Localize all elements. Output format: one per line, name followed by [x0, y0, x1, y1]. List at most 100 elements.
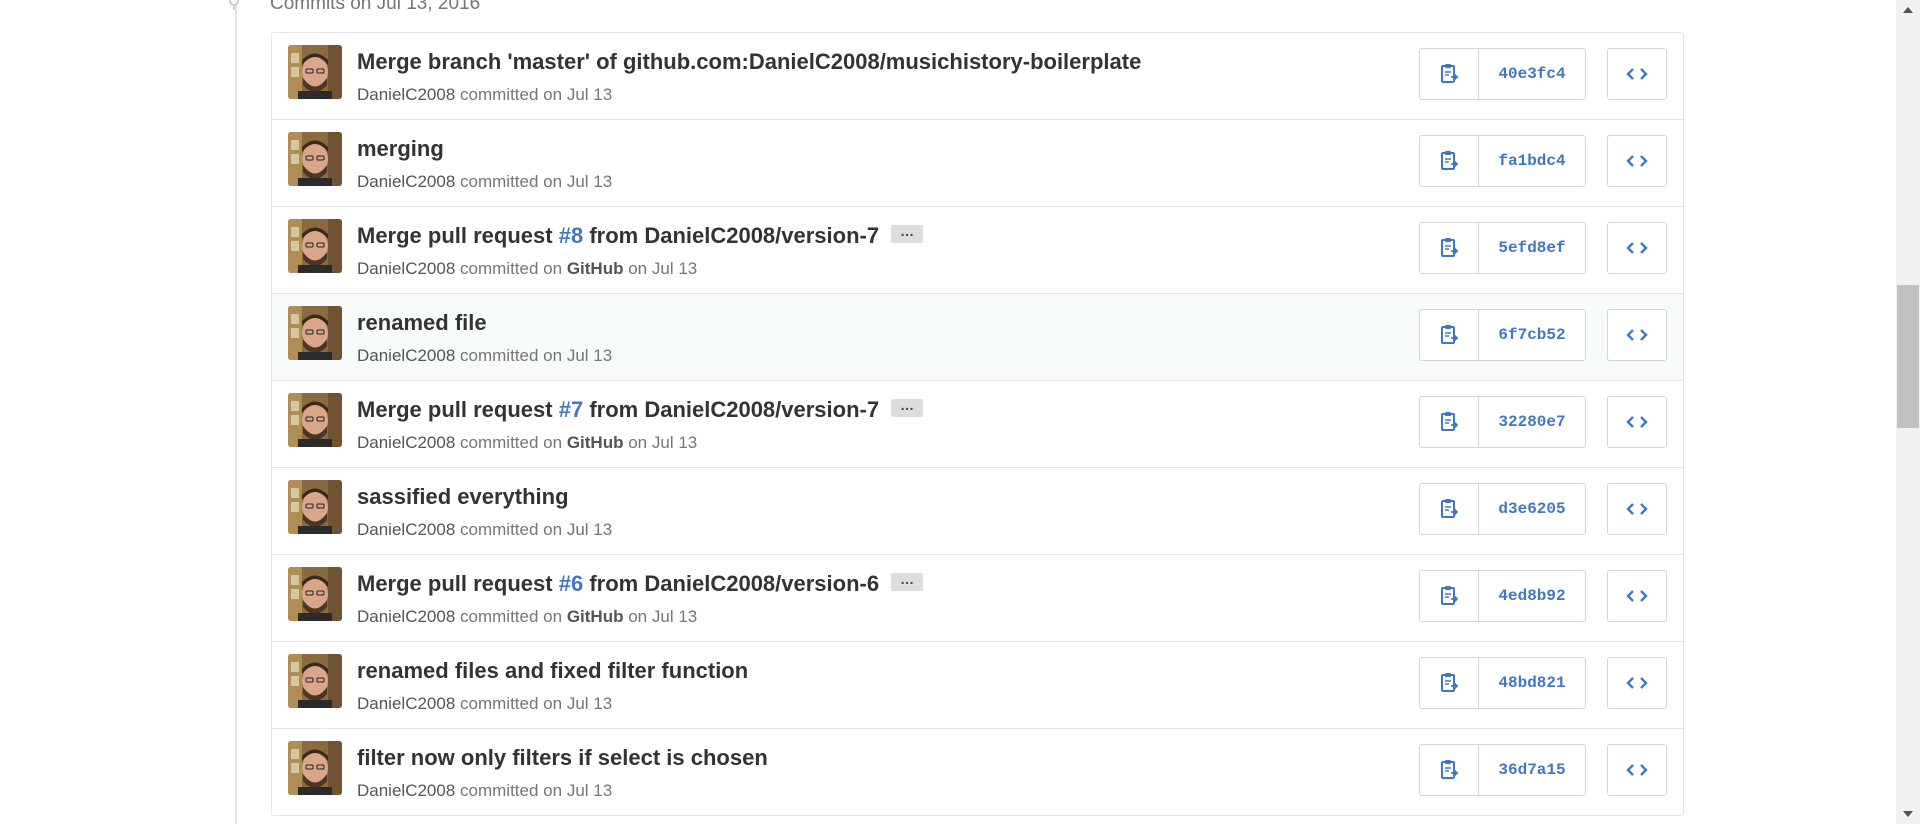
avatar[interactable] [288, 132, 342, 186]
scroll-up-arrow-icon[interactable] [1896, 0, 1920, 20]
commit-message-link[interactable]: filter now only filters if select is cho… [357, 745, 768, 770]
commit-message-link[interactable]: Merge pull request [357, 571, 559, 596]
code-icon [1626, 503, 1648, 515]
commit-title: Merge pull request #7 from DanielC2008/v… [357, 396, 924, 424]
sha-button-group: 5efd8ef [1419, 222, 1586, 274]
scrollbar-thumb[interactable] [1897, 285, 1919, 428]
commit-sha-link[interactable]: 36d7a15 [1479, 745, 1585, 795]
code-icon [1626, 155, 1648, 167]
commit-sha-link[interactable]: d3e6205 [1479, 484, 1585, 534]
sha-button-group: 6f7cb52 [1419, 309, 1586, 361]
commit-message-link[interactable]: from DanielC2008/version-7 [583, 223, 879, 248]
copy-sha-button[interactable] [1420, 571, 1479, 621]
commit-sha-link[interactable]: 32280e7 [1479, 397, 1585, 447]
commit-sha-link[interactable]: fa1bdc4 [1479, 136, 1585, 186]
commit-author-link[interactable]: DanielC2008 [357, 694, 455, 713]
clipboard-icon [1441, 325, 1459, 344]
commit-author-link[interactable]: DanielC2008 [357, 259, 455, 278]
copy-sha-button[interactable] [1420, 658, 1479, 708]
copy-sha-button[interactable] [1420, 136, 1479, 186]
browse-repo-button[interactable] [1607, 744, 1667, 796]
commit-message-link[interactable]: renamed file [357, 310, 487, 335]
commit-title: renamed files and fixed filter function [357, 657, 748, 685]
committed-label: committed on [460, 694, 563, 713]
clipboard-icon [1441, 412, 1459, 431]
browse-repo-button[interactable] [1607, 570, 1667, 622]
commit-author-link[interactable]: DanielC2008 [357, 85, 455, 104]
commit-sha-link[interactable]: 40e3fc4 [1479, 49, 1585, 99]
commit-row: renamed file DanielC2008 committed on Ju… [272, 294, 1683, 381]
browse-repo-button[interactable] [1607, 48, 1667, 100]
browse-repo-button[interactable] [1607, 222, 1667, 274]
commit-message-link[interactable]: from DanielC2008/version-6 [583, 571, 879, 596]
commit-date: Jul 13 [651, 433, 698, 452]
browse-repo-button[interactable] [1607, 657, 1667, 709]
clipboard-icon [1441, 673, 1459, 692]
commit-date: Jul 13 [651, 607, 698, 626]
sha-button-group: fa1bdc4 [1419, 135, 1586, 187]
sha-button-group: d3e6205 [1419, 483, 1586, 535]
commit-message-link[interactable]: merging [357, 136, 444, 161]
copy-sha-button[interactable] [1420, 745, 1479, 795]
avatar[interactable] [288, 306, 342, 360]
browse-repo-button[interactable] [1607, 309, 1667, 361]
copy-sha-button[interactable] [1420, 223, 1479, 273]
avatar[interactable] [288, 741, 342, 795]
code-icon [1626, 416, 1648, 428]
commit-meta: DanielC2008 committed on Jul 13 [357, 519, 612, 541]
commit-sha-link[interactable]: 48bd821 [1479, 658, 1585, 708]
commit-author-link[interactable]: DanielC2008 [357, 346, 455, 365]
copy-sha-button[interactable] [1420, 397, 1479, 447]
commit-author-link[interactable]: DanielC2008 [357, 433, 455, 452]
commit-row: sassified everything DanielC2008 committ… [272, 468, 1683, 555]
commit-author-link[interactable]: DanielC2008 [357, 172, 455, 191]
avatar[interactable] [288, 45, 342, 99]
git-commit-icon [229, 0, 239, 10]
copy-sha-button[interactable] [1420, 310, 1479, 360]
commit-author-link[interactable]: DanielC2008 [357, 607, 455, 626]
copy-sha-button[interactable] [1420, 49, 1479, 99]
expand-message-button[interactable]: … [891, 224, 924, 244]
commit-message-link[interactable]: sassified everything [357, 484, 569, 509]
commit-message-link[interactable]: Merge pull request [357, 397, 559, 422]
commit-title: renamed file [357, 309, 487, 337]
expand-message-button[interactable]: … [891, 398, 924, 418]
commit-title: sassified everything [357, 483, 569, 511]
scrollbar[interactable] [1896, 0, 1920, 824]
committed-label: committed on [460, 433, 563, 452]
commit-message-link[interactable]: Merge pull request [357, 223, 559, 248]
sha-button-group: 32280e7 [1419, 396, 1586, 448]
pull-request-link[interactable]: #8 [559, 223, 583, 248]
committed-label: committed on [460, 781, 563, 800]
avatar[interactable] [288, 480, 342, 534]
committed-label: committed on [460, 259, 563, 278]
commit-meta: DanielC2008 committed on GitHub on Jul 1… [357, 606, 697, 628]
scroll-down-arrow-icon[interactable] [1896, 804, 1920, 824]
browse-repo-button[interactable] [1607, 135, 1667, 187]
commit-sha-link[interactable]: 4ed8b92 [1479, 571, 1585, 621]
clipboard-icon [1441, 586, 1459, 605]
commit-message-link[interactable]: Merge branch 'master' of github.com:Dani… [357, 49, 1141, 74]
pull-request-link[interactable]: #6 [559, 571, 583, 596]
clipboard-icon [1441, 64, 1459, 83]
commit-message-link[interactable]: renamed files and fixed filter function [357, 658, 748, 683]
copy-sha-button[interactable] [1420, 484, 1479, 534]
browse-repo-button[interactable] [1607, 396, 1667, 448]
avatar[interactable] [288, 219, 342, 273]
commit-sha-link[interactable]: 5efd8ef [1479, 223, 1585, 273]
commit-row: renamed files and fixed filter function … [272, 642, 1683, 729]
avatar[interactable] [288, 393, 342, 447]
pull-request-link[interactable]: #7 [559, 397, 583, 422]
commit-message-link[interactable]: from DanielC2008/version-7 [583, 397, 879, 422]
commit-author-link[interactable]: DanielC2008 [357, 520, 455, 539]
avatar[interactable] [288, 654, 342, 708]
browse-repo-button[interactable] [1607, 483, 1667, 535]
avatar[interactable] [288, 567, 342, 621]
sha-button-group: 4ed8b92 [1419, 570, 1586, 622]
commit-sha-link[interactable]: 6f7cb52 [1479, 310, 1585, 360]
code-icon [1626, 242, 1648, 254]
commit-author-link[interactable]: DanielC2008 [357, 781, 455, 800]
commit-meta: DanielC2008 committed on Jul 13 [357, 84, 612, 106]
expand-message-button[interactable]: … [891, 572, 924, 592]
committer-name: GitHub [566, 433, 624, 452]
